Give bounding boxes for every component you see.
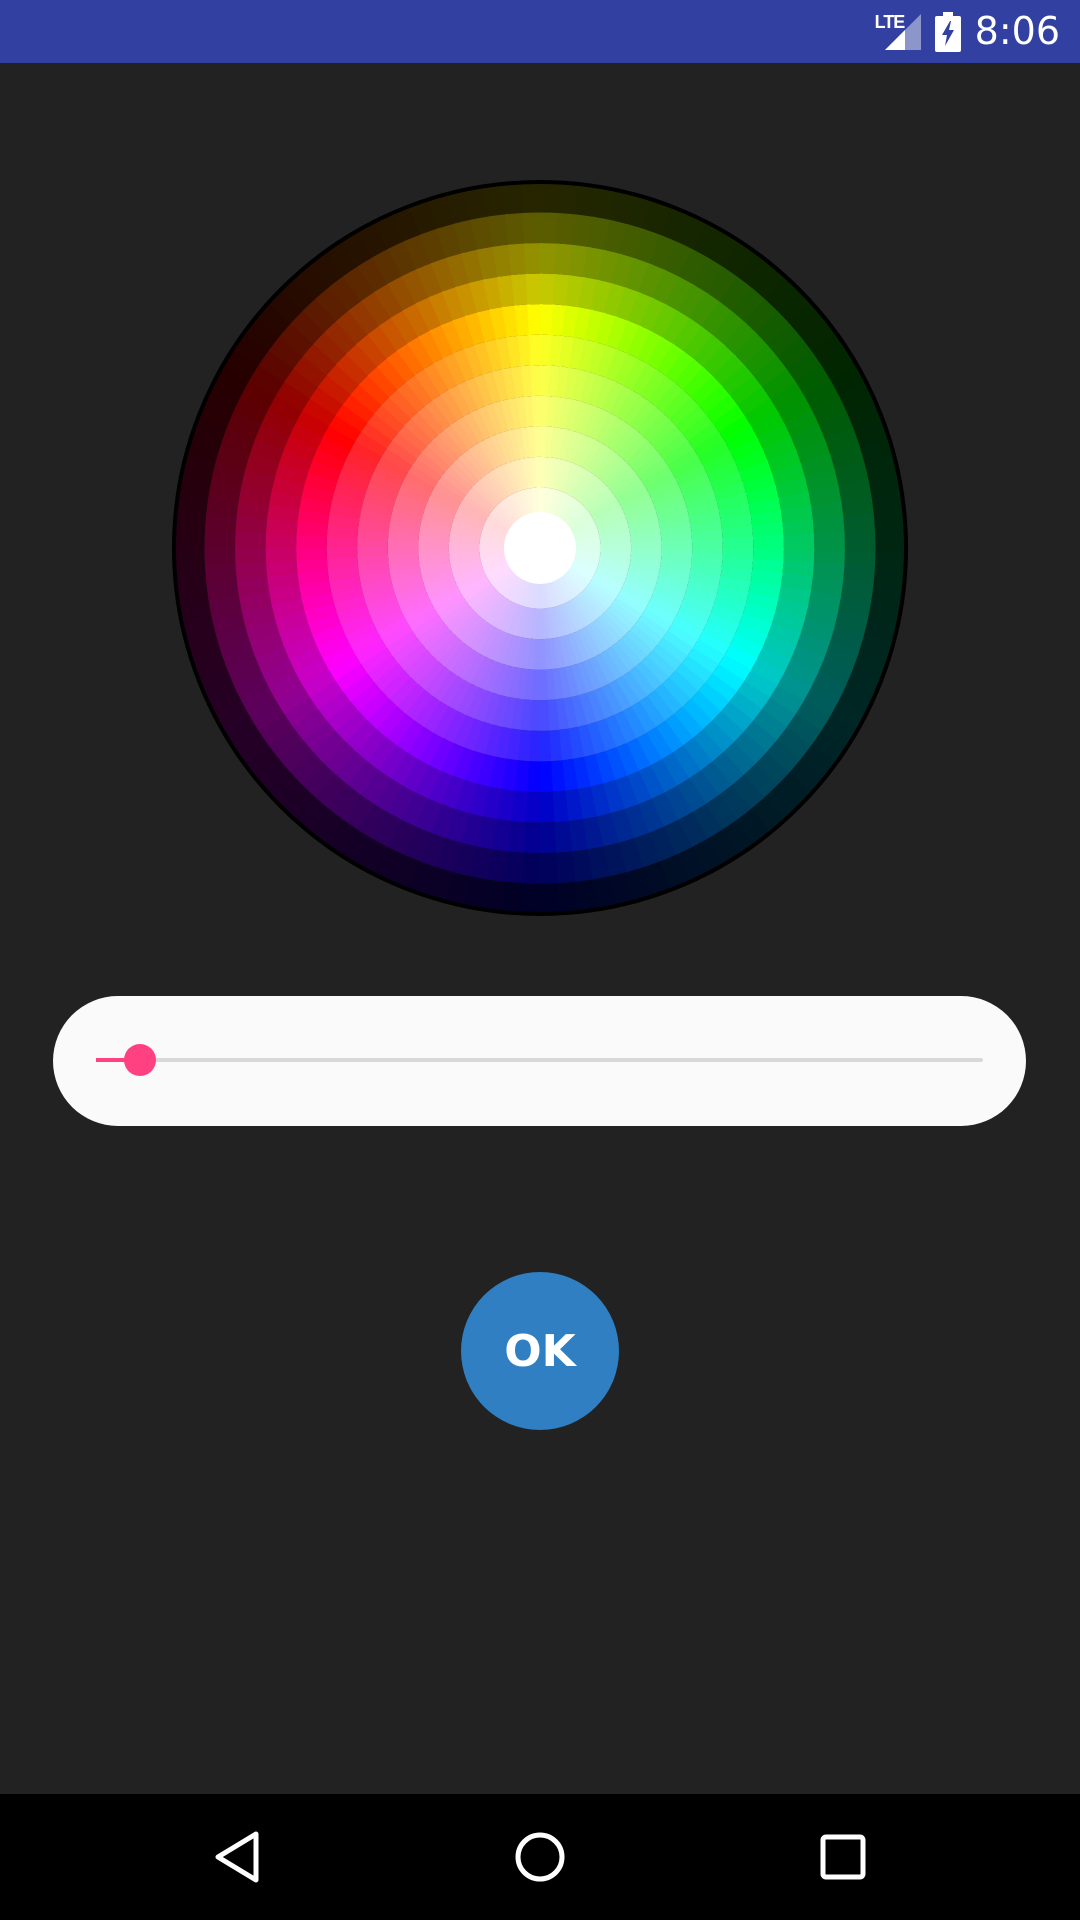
brightness-slider-card xyxy=(53,996,1026,1126)
navigation-bar xyxy=(0,1794,1080,1920)
recents-icon xyxy=(820,1834,866,1880)
slider-thumb[interactable] xyxy=(124,1044,157,1076)
home-icon xyxy=(515,1832,565,1882)
wheel-segment xyxy=(783,533,815,551)
wheel-segment xyxy=(722,536,754,551)
lte-signal-icon: LTE xyxy=(875,12,921,52)
wheel-center xyxy=(504,512,576,584)
battery-charging-icon xyxy=(934,11,961,52)
wheel-segment xyxy=(874,528,906,552)
recents-button[interactable] xyxy=(768,1794,918,1920)
status-icons: LTE 8:06 xyxy=(875,0,1060,63)
back-icon xyxy=(215,1831,259,1883)
color-wheel[interactable] xyxy=(170,178,910,918)
slider-track[interactable] xyxy=(96,1058,983,1062)
clock: 8:06 xyxy=(974,9,1060,53)
wheel-segment xyxy=(844,530,876,552)
back-button[interactable] xyxy=(162,1794,312,1920)
status-bar: LTE 8:06 xyxy=(0,0,1080,63)
wheel-segment xyxy=(691,538,723,550)
wheel-segment xyxy=(661,540,693,550)
wheel-segment xyxy=(813,532,845,552)
home-button[interactable] xyxy=(465,1794,615,1920)
wheel-segment xyxy=(752,535,784,551)
ok-button[interactable]: OK xyxy=(461,1272,619,1430)
